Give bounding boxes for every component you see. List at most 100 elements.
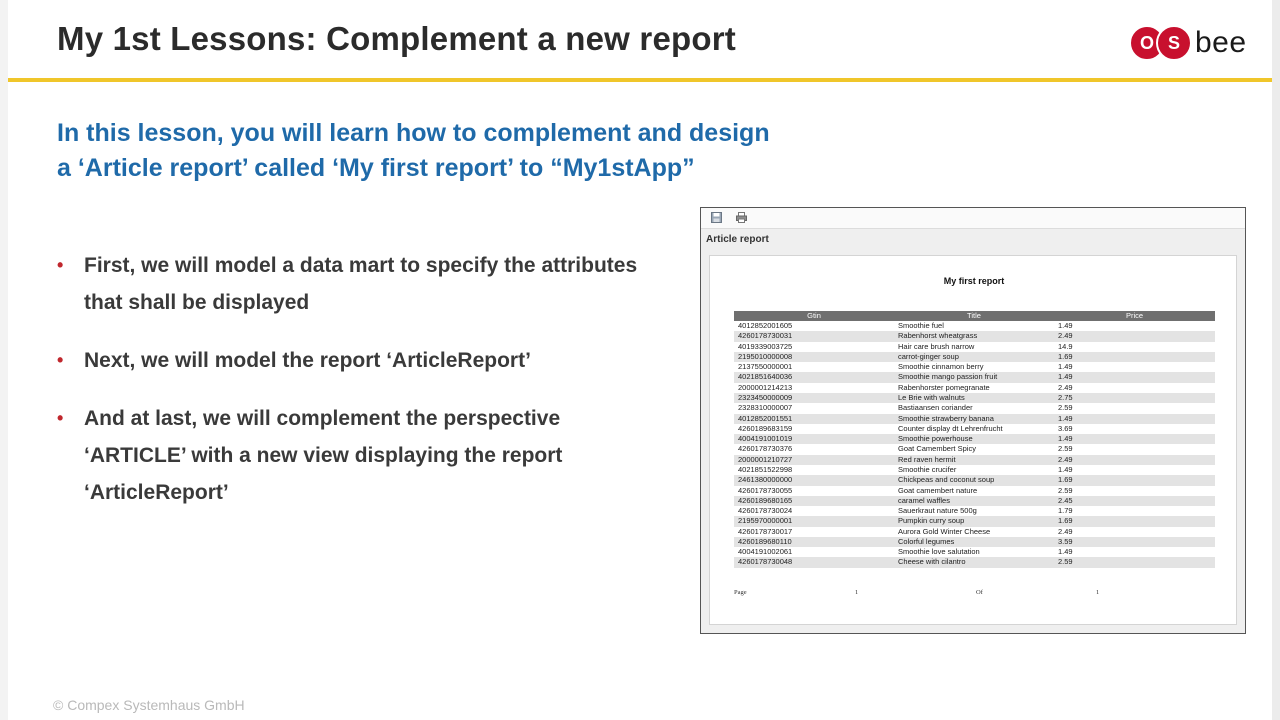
cell-price: 1.79: [1054, 506, 1215, 517]
bullet-text: Next, we will model the report ‘ArticleR…: [84, 349, 531, 372]
table-row: 4260178730031 Rabenhorst wheatgrass 2.49: [734, 331, 1215, 342]
bullet-list: • First, we will model a data mart to sp…: [57, 247, 657, 532]
cell-gtin: 4260189680165: [734, 495, 894, 507]
cell-gtin: 4021851522998: [734, 464, 894, 476]
cell-gtin: 4021851640036: [734, 372, 894, 383]
bullet-item: • And at last, we will complement the pe…: [57, 400, 657, 511]
cell-price: 2.49: [1054, 526, 1215, 537]
table-row: 4260178730048 Cheese with cilantro 2.59: [734, 557, 1215, 568]
cell-gtin: 4260178730024: [734, 506, 894, 517]
logo-s-circle: S: [1156, 25, 1192, 61]
slide-header: My 1st Lessons: Complement a new report …: [0, 0, 1280, 80]
report-table: Gtin Title Price 4012852001605 Smoothie f…: [734, 311, 1215, 568]
print-icon[interactable]: [736, 212, 747, 223]
cell-price: 2.49: [1054, 454, 1215, 465]
cell-price: 2.49: [1054, 382, 1215, 393]
report-toolbar: [701, 208, 1245, 229]
cell-gtin: 4260178730055: [734, 485, 894, 496]
table-row: 2137550000001 Smoothie cinnamon berry 1.49: [734, 362, 1215, 373]
copyright: © Compex Systemhaus GmbH: [53, 697, 245, 713]
cell-price: 2.59: [1054, 403, 1215, 414]
cell-price: 2.59: [1054, 444, 1215, 455]
intro-line-2: a ‘Article report’ called ‘My first repo…: [57, 154, 695, 182]
table-row: 2328310000007 Bastiaansen coriander 2.59: [734, 403, 1215, 414]
column-header-price: Price: [1054, 311, 1215, 321]
bullet-dot-icon: •: [57, 408, 64, 428]
cell-price: 3.59: [1054, 536, 1215, 548]
cell-gtin: 4260178730376: [734, 444, 894, 455]
cell-title: Pumpkin curry soup: [894, 516, 1054, 527]
cell-price: 1.49: [1054, 413, 1215, 424]
cell-title: caramel waffles: [894, 495, 1054, 507]
table-row: 4012852001551 Smoothie strawberry banana 1…: [734, 413, 1215, 424]
cell-gtin: 4260178730031: [734, 331, 894, 342]
intro-line-1: In this lesson, you will learn how to co…: [57, 119, 770, 147]
cell-gtin: 2195970000001: [734, 516, 894, 527]
cell-gtin: 2137550000001: [734, 362, 894, 373]
cell-gtin: 2000001214213: [734, 382, 894, 393]
table-row: 4260178730055 Goat camembert nature 2.59: [734, 485, 1215, 496]
cell-title: Hair care brush narrow: [894, 341, 1054, 352]
cell-title: Aurora Gold Winter Cheese: [894, 526, 1054, 537]
bullet-dot-icon: •: [57, 255, 64, 275]
table-row: 4004191001019 Smoothie powerhouse 1.49: [734, 434, 1215, 445]
cell-title: Cheese with cilantro: [894, 557, 1054, 568]
report-heading: My first report: [943, 276, 1005, 286]
header-divider: [8, 78, 1272, 82]
cell-price: 14.9: [1054, 341, 1215, 352]
cell-title: Colorful legumes: [894, 536, 1054, 548]
cell-gtin: 2000001210727: [734, 454, 894, 465]
bullet-item: • Next, we will model the report ‘Articl…: [57, 342, 657, 379]
report-footer: Page 1 Of 1: [734, 589, 1214, 599]
cell-price: 2.75: [1054, 392, 1215, 404]
bullet-text: First, we will model a data mart to spec…: [84, 254, 638, 314]
cell-title: Bastiaansen coriander: [894, 403, 1054, 414]
cell-gtin: 4260178730017: [734, 526, 894, 537]
table-row: 2195010000008 carrot-ginger soup 1.69: [734, 351, 1215, 363]
cell-title: Smoothie strawberry banana: [894, 413, 1054, 424]
table-row: 4021851522998 Smoothie crucifer 1.49: [734, 464, 1215, 476]
cell-title: Smoothie powerhouse: [894, 434, 1054, 445]
cell-gtin: 4004191001019: [734, 434, 894, 445]
table-row: 4260189680110 Colorful legumes 3.59: [734, 536, 1215, 548]
table-row: 4012852001605 Smoothie fuel 1.49: [734, 321, 1215, 332]
table-row: 2195970000001 Pumpkin curry soup 1.69: [734, 516, 1215, 527]
cell-price: 1.49: [1054, 464, 1215, 476]
cell-price: 2.49: [1054, 331, 1215, 342]
cell-title: Red raven hermit: [894, 454, 1054, 465]
lesson-intro: In this lesson, you will learn how to co…: [57, 116, 917, 186]
cell-gtin: 4260189683159: [734, 423, 894, 435]
table-row: 2000001210727 Red raven hermit 2.49: [734, 454, 1215, 465]
table-row: 2000001214213 Rabenhorster pomegranate 2.4…: [734, 382, 1215, 393]
table-row: 4260178730017 Aurora Gold Winter Cheese 2.…: [734, 526, 1215, 537]
cell-price: 1.49: [1054, 547, 1215, 558]
cell-gtin: 4012852001605: [734, 321, 894, 332]
cell-gtin: 4260178730048: [734, 557, 894, 568]
cell-title: Smoothie mango passion fruit: [894, 372, 1054, 383]
report-header-row: Gtin Title Price: [734, 311, 1215, 321]
table-row: 4260189683159 Counter display dt Lehrenfr…: [734, 423, 1215, 435]
cell-gtin: 2323450000009: [734, 392, 894, 404]
cell-gtin: 4004191002061: [734, 547, 894, 558]
table-row: 4260189680165 caramel waffles 2.45: [734, 495, 1215, 507]
cell-title: Smoothie fuel: [894, 321, 1054, 332]
slide-title: My 1st Lessons: Complement a new report: [57, 20, 736, 57]
cell-price: 2.59: [1054, 485, 1215, 496]
cell-price: 1.49: [1054, 434, 1215, 445]
table-row: 4260178730376 Goat Camembert Spicy 2.59: [734, 444, 1215, 455]
report-paper: My first report Gtin Title Price 4012852…: [709, 255, 1237, 625]
cell-title: Rabenhorster pomegranate: [894, 382, 1054, 393]
column-header-gtin: Gtin: [734, 311, 894, 321]
cell-title: Goat Camembert Spicy: [894, 444, 1054, 455]
cell-title: Sauerkraut nature 500g: [894, 506, 1054, 517]
save-icon[interactable]: [711, 212, 722, 223]
footer-of-label: Of: [976, 589, 983, 596]
footer-total-pages: 1: [1096, 589, 1100, 596]
left-edge: [0, 0, 8, 720]
column-header-title: Title: [894, 311, 1054, 321]
table-row: 2323450000009 Le Brie with walnuts 2.75: [734, 392, 1215, 404]
cell-gtin: 4260189680110: [734, 536, 894, 548]
bullet-text: And at last, we will complement the pers…: [84, 407, 563, 504]
cell-gtin: 2195010000008: [734, 351, 894, 363]
cell-title: Smoothie crucifer: [894, 464, 1054, 476]
